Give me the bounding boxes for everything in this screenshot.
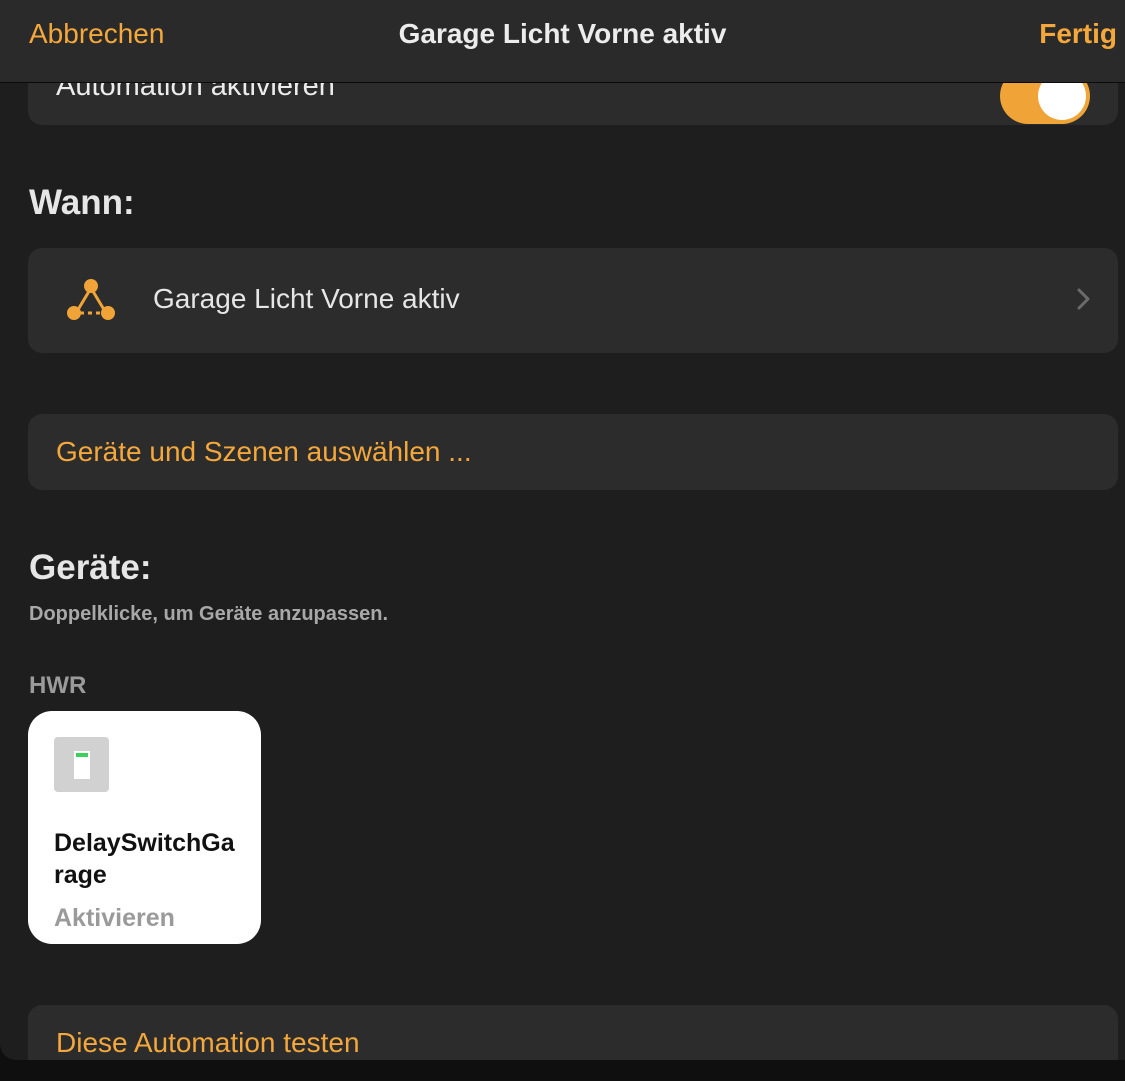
page-title: Garage Licht Vorne aktiv	[398, 18, 727, 49]
device-name: DelaySwitchGarage	[54, 829, 235, 889]
switch-icon	[54, 737, 109, 792]
done-button[interactable]: Fertig	[1039, 18, 1117, 50]
automation-triangle-icon	[67, 279, 115, 320]
select-devices-label: Geräte und Szenen auswählen ...	[56, 436, 472, 467]
devices-hint: Doppelklicke, um Geräte anzupassen.	[29, 603, 389, 625]
test-automation-label: Diese Automation testen	[56, 1027, 360, 1058]
room-label: HWR	[29, 672, 87, 699]
automation-sheet: Automation aktivieren Abbrechen Garage L…	[0, 0, 1125, 1060]
when-heading: Wann:	[29, 183, 135, 222]
device-state: Aktivieren	[54, 904, 175, 932]
devices-heading: Geräte:	[29, 548, 152, 587]
trigger-row[interactable]: Garage Licht Vorne aktiv	[28, 248, 1118, 353]
test-automation-button[interactable]: Diese Automation testen	[28, 1005, 1118, 1060]
navigation-bar: Abbrechen Garage Licht Vorne aktiv Ferti…	[0, 0, 1125, 83]
device-tile[interactable]: DelaySwitchGarage Aktivieren	[28, 711, 261, 944]
trigger-label: Garage Licht Vorne aktiv	[153, 283, 460, 314]
select-devices-button[interactable]: Geräte und Szenen auswählen ...	[28, 414, 1118, 490]
chevron-right-icon	[1077, 288, 1090, 310]
